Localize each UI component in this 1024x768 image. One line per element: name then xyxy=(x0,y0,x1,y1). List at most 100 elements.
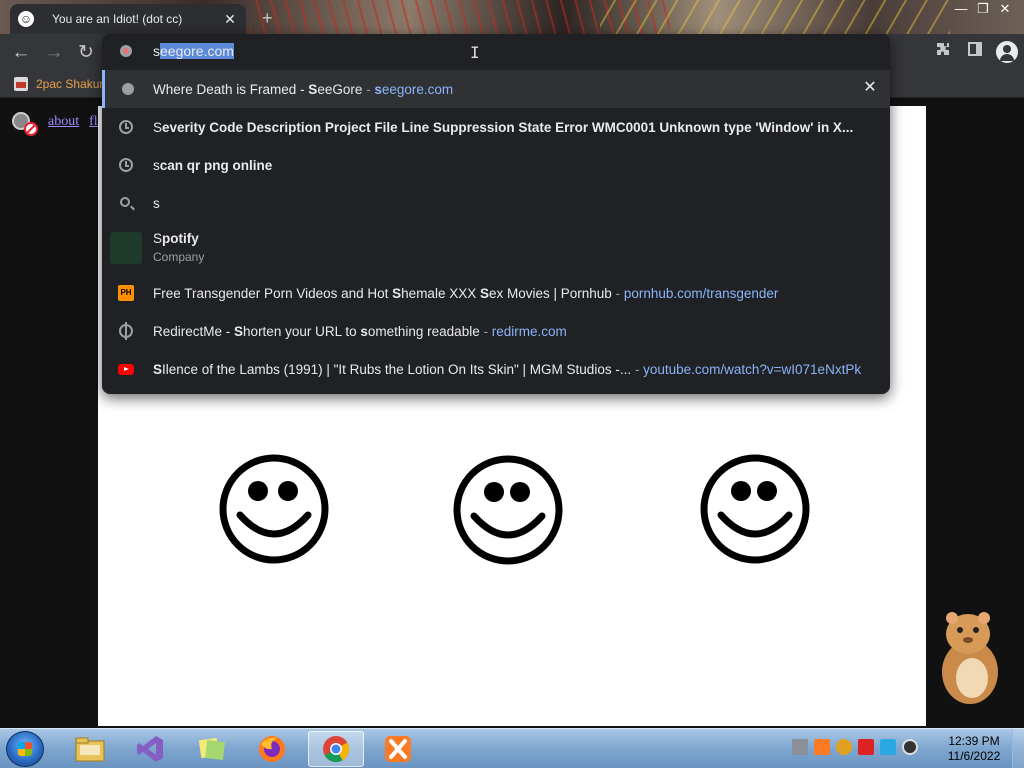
suggestion-text-part: s xyxy=(153,157,160,173)
suggestion-text-part: s xyxy=(360,323,368,339)
sound-muted-icon[interactable] xyxy=(10,108,38,136)
suggestion-title: Severity Code Description Project File L… xyxy=(153,120,853,135)
suggestion-title: scan qr png online xyxy=(153,158,272,173)
omnibox-suggestion[interactable]: PH Free Transgender Porn Videos and Hot S… xyxy=(102,274,890,312)
theme-background-art-2 xyxy=(600,0,950,34)
clock-icon xyxy=(119,158,133,172)
toolbar-actions xyxy=(932,41,1018,63)
tray-flag-icon[interactable] xyxy=(858,739,874,755)
clock-icon xyxy=(118,119,134,135)
omnibox-suggestion[interactable]: scan qr png online xyxy=(102,146,890,184)
youtube-icon xyxy=(118,363,134,375)
xampp-icon[interactable] xyxy=(370,731,426,767)
address-input[interactable]: seegore.com xyxy=(153,43,234,59)
omnibox-suggestion[interactable]: Where Death is Framed - SeeGore - seegor… xyxy=(102,70,890,108)
visual-studio-icon[interactable] xyxy=(122,731,178,767)
tray-monitor-icon[interactable] xyxy=(880,739,896,755)
tray-volume-icon[interactable] xyxy=(902,739,918,755)
suggestion-text-part: eegore.com xyxy=(381,81,454,97)
close-window-button[interactable]: ✕ xyxy=(994,0,1016,18)
browser-titlebar: ☺ You are an Idiot! (dot cc) ✕ + — ❐ ✕ xyxy=(0,0,1024,34)
omnibox-suggestion[interactable]: Severity Code Description Project File L… xyxy=(102,108,890,146)
extensions-puzzle-icon[interactable] xyxy=(932,41,954,63)
windows-explorer-icon[interactable] xyxy=(62,731,118,767)
suggestion-text-part: S xyxy=(392,285,402,301)
suggestion-list: Where Death is Framed - SeeGore - seegor… xyxy=(102,70,890,388)
dancing-hamster-icon xyxy=(942,612,998,704)
site-info-icon[interactable] xyxy=(120,45,132,57)
system-tray xyxy=(792,739,918,755)
suggestion-text-part: s xyxy=(374,81,382,97)
spotify-tile xyxy=(110,232,142,264)
omnibox-suggestion[interactable]: Spotify Company xyxy=(102,222,890,274)
new-tab-button[interactable]: + xyxy=(262,8,273,29)
page-header-links: about fla xyxy=(10,108,104,136)
chrome-icon[interactable] xyxy=(308,731,364,767)
tray-search-icon[interactable] xyxy=(836,739,852,755)
search-icon xyxy=(118,195,134,211)
minimize-button[interactable]: — xyxy=(950,0,972,18)
clock-icon xyxy=(119,120,133,134)
bookmark-label: 2pac Shakur xyxy=(36,77,104,91)
forward-button[interactable]: → xyxy=(43,42,65,64)
suggestion-text-part: hemale XXX xyxy=(401,285,480,301)
redirect-icon xyxy=(119,322,133,340)
window-controls: — ❐ ✕ xyxy=(950,0,1016,18)
youtube-icon xyxy=(118,361,134,377)
taskbar-clock[interactable]: 12:39 PM 11/6/2022 xyxy=(944,734,1004,764)
tab-close-icon[interactable]: ✕ xyxy=(222,11,238,28)
reload-button[interactable]: ↻ xyxy=(75,42,97,64)
smiley-favicon-icon: ☺ xyxy=(18,11,34,27)
suggestion-text-part: everity Code Description Project File Li… xyxy=(162,119,854,135)
suggestion-text-part: youtube.com/watch?v=wI071eNxtPk xyxy=(643,361,862,377)
tray-xampp-icon[interactable] xyxy=(814,739,830,755)
tab-title: You are an Idiot! (dot cc) xyxy=(52,12,183,26)
suggestion-text-part: ex Movies | Pornhub xyxy=(488,285,612,301)
suggestion-title: SIlence of the Lambs (1991) | "It Rubs t… xyxy=(153,362,861,377)
suggestion-text-part: pornhub.com/transgender xyxy=(623,285,779,301)
windows-taskbar: 12:39 PM 11/6/2022 xyxy=(0,728,1024,768)
clock-date: 11/6/2022 xyxy=(947,749,1001,763)
search-icon xyxy=(119,196,130,207)
suggestion-url: youtube.com/watch?v=wI071eNxtPk xyxy=(643,362,861,377)
suggestion-url: seegore.com xyxy=(374,82,453,97)
side-panel-icon[interactable] xyxy=(964,41,986,63)
suggestion-text-part: Ilence of the Lambs (1991) | "It Rubs th… xyxy=(162,361,632,377)
omnibox-dropdown: seegore.com I Where Death is Framed - Se… xyxy=(102,34,890,394)
suggestion-text-part: S xyxy=(153,119,163,135)
back-button[interactable]: ← xyxy=(10,42,32,64)
omnibox-suggestion[interactable]: RedirectMe - Shorten your URL to somethi… xyxy=(102,312,890,350)
pornhub-icon: PH xyxy=(118,285,134,301)
suggestion-separator: - xyxy=(362,81,375,97)
suggestion-title: Spotify xyxy=(153,231,199,246)
clock-icon xyxy=(118,157,134,173)
about-link[interactable]: about xyxy=(48,114,79,130)
suggestion-title: s xyxy=(153,196,160,211)
omnibox-suggestion[interactable]: SIlence of the Lambs (1991) | "It Rubs t… xyxy=(102,350,890,388)
bookmark-2pac[interactable]: 2pac Shakur xyxy=(14,77,103,91)
start-button[interactable] xyxy=(6,731,44,767)
suggestion-url: redirme.com xyxy=(492,324,567,339)
profile-avatar-icon[interactable] xyxy=(996,41,1018,63)
bookmark-favicon-icon xyxy=(14,77,28,91)
suggestion-separator: - xyxy=(611,285,624,301)
omnibox-suggestion[interactable]: s xyxy=(102,184,890,222)
suggestion-text-part: S xyxy=(153,231,163,246)
autocomplete-selection: eegore.com xyxy=(160,43,234,59)
address-bar[interactable]: seegore.com I xyxy=(102,34,890,70)
suggestion-text-part: S xyxy=(308,81,318,97)
suggestion-subtitle: Company xyxy=(153,250,205,264)
remove-suggestion-icon[interactable]: ✕ xyxy=(862,80,878,96)
suggestion-title: Free Transgender Porn Videos and Hot She… xyxy=(153,286,778,301)
suggestion-title: Where Death is Framed - SeeGore - seegor… xyxy=(153,82,453,97)
globe-icon xyxy=(122,83,134,95)
firefox-icon[interactable] xyxy=(244,731,300,767)
show-desktop-button[interactable] xyxy=(1012,729,1024,768)
suggestion-text-part: S xyxy=(479,285,489,301)
redirect-icon xyxy=(118,322,134,340)
suggestion-url: pornhub.com/transgender xyxy=(624,286,779,301)
browser-tab[interactable]: ☺ You are an Idiot! (dot cc) ✕ xyxy=(10,4,246,34)
sticky-notes-icon[interactable] xyxy=(184,731,240,767)
maximize-button[interactable]: ❐ xyxy=(972,0,994,18)
tray-app-icon[interactable] xyxy=(792,739,808,755)
